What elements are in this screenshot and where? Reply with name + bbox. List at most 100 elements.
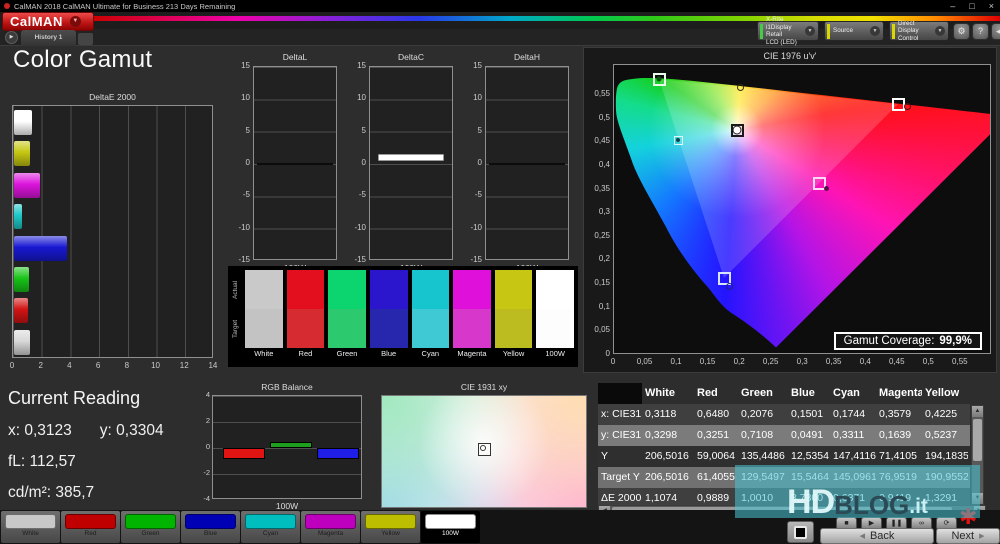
scroll-up-icon[interactable]: ▲ [972, 406, 983, 417]
help-button[interactable]: ? [972, 23, 989, 40]
deltal-chart: DeltaL 151050-5-10-15 100W [233, 52, 339, 276]
workflow-play-icon[interactable]: ▶ [5, 31, 18, 44]
swatch-actual [411, 270, 450, 309]
swatch-blue: Blue [369, 270, 408, 363]
ytick: -5 [242, 190, 250, 200]
pattern-tab-cyan[interactable]: Cyan [241, 511, 300, 543]
swatch-green: Green [328, 270, 366, 363]
ytick: -10 [354, 222, 366, 232]
tab-history-1[interactable]: History 1 [21, 30, 76, 46]
cie-xtick: 0,5 [922, 357, 934, 366]
display-control-dropdown[interactable]: Direct Display Control ▼ [889, 20, 949, 42]
swatch-label: White [254, 349, 274, 358]
swatch-yellow: Yellow [494, 270, 533, 363]
reading-fl: fL: 112,57 [8, 453, 76, 470]
swatch-label: Yellow [502, 349, 525, 358]
next-button[interactable]: Next ▶ [936, 528, 1000, 544]
pattern-tab-label: Yellow [381, 530, 400, 537]
pattern-tab-magenta[interactable]: Magenta [301, 511, 360, 543]
ytick: -5 [474, 190, 482, 200]
swatch-target [369, 309, 408, 348]
cell: 1,1074 [645, 492, 678, 504]
deltac-plot [369, 66, 453, 260]
pattern-tab-label: Blue [203, 530, 217, 537]
cell: 0,5237 [925, 429, 958, 441]
swatch-label: Green [336, 349, 358, 358]
swatch-white: White [245, 270, 283, 363]
display-control-status-bar [892, 23, 895, 39]
cie1976-title: CIE 1976 u'v' [763, 51, 817, 61]
cell: 0,9419 [879, 492, 912, 504]
deltah-chart: DeltaH 151050-5-10-15 100W [465, 52, 571, 276]
swatch-target [536, 309, 574, 348]
pattern-window-button[interactable] [787, 521, 814, 543]
maximize-button[interactable]: □ [969, 0, 974, 12]
rgb-bar-blue [317, 448, 359, 460]
rgb-ytick: -4 [203, 494, 210, 503]
deltae-plot [12, 105, 213, 358]
minimize-button[interactable]: – [950, 0, 955, 12]
page-title: Color Gamut [13, 46, 153, 73]
cie1931-white-point-marker [478, 443, 491, 456]
cell: 0,1501 [791, 408, 824, 420]
cie-xtick: 0,4 [859, 357, 871, 366]
cell: 0,6371 [833, 492, 866, 504]
deltae-xtick: 2 [38, 361, 43, 370]
cell: 12,5354 [791, 450, 829, 462]
row-label: x: CIE31 [601, 408, 642, 420]
pattern-tab-red[interactable]: Red [61, 511, 120, 543]
cie-xtick: 0,55 [952, 357, 968, 366]
ytick: -10 [470, 222, 482, 232]
ytick: -15 [238, 254, 250, 264]
pattern-tab-100w[interactable]: 100W [421, 511, 480, 543]
cell: 0,9889 [697, 492, 730, 504]
rgb-balance-yticks: 4 2 0 -2 -4 [198, 390, 210, 504]
pattern-tab-yellow[interactable]: Yellow [361, 511, 420, 543]
deltae-bar-100w [14, 329, 31, 355]
new-tab-button[interactable] [78, 33, 93, 45]
deltae-xtick: 10 [151, 361, 160, 370]
calman-menu-button[interactable]: CalMAN ▼ [2, 12, 94, 31]
cie-ytick: 0,05 [594, 325, 610, 335]
swatch-target [453, 309, 491, 348]
cie-xtick: 0,05 [636, 357, 653, 366]
cie1931-title: CIE 1931 xy [460, 382, 508, 392]
square-icon [794, 525, 807, 539]
yellow-measured [736, 83, 744, 91]
pattern-tab-white[interactable]: White [1, 511, 60, 543]
window-titlebar: CalMAN 2018 CalMAN Ultimate for Business… [0, 0, 1000, 12]
target-label: Target [232, 319, 239, 338]
cie-ytick: 0,2 [598, 254, 610, 264]
deltal-title: DeltaL [282, 52, 308, 62]
cell: 0,6480 [697, 408, 730, 420]
swatch-100w: 100W [536, 270, 574, 363]
close-button[interactable]: × [989, 0, 994, 12]
cell: 147,4116 [833, 450, 876, 462]
cell: 0,7108 [741, 429, 774, 441]
collapse-button[interactable]: ◀ [991, 23, 1000, 40]
pattern-tab-blue[interactable]: Blue [181, 511, 240, 543]
settings-button[interactable]: ⚙ [953, 23, 970, 40]
zero-line [489, 163, 565, 165]
marker-dot [676, 138, 680, 142]
scroll-down-icon[interactable]: ▼ [972, 493, 983, 504]
cie-ytick: 0,4 [598, 159, 610, 169]
back-button[interactable]: ◀ Back [820, 528, 934, 544]
cie-xtick: 0,2 [733, 357, 745, 366]
table-vertical-scrollbar[interactable]: ▲ ▼ [971, 405, 984, 505]
col-header-Magenta: Magenta [879, 387, 922, 399]
swatch-comparison: Actual Target White Red Green Blue Cyan Magen… [228, 266, 578, 367]
current-reading-title: Current Reading [8, 388, 141, 408]
cie-ytick: 0,5 [598, 112, 610, 122]
ytick: 10 [241, 93, 250, 103]
cie-ytick: 0,3 [598, 207, 610, 217]
vscroll-thumb[interactable] [973, 419, 982, 461]
meter-dropdown[interactable]: X-Rite i1Display Retail LCD (LED) ▼ [757, 16, 819, 46]
swatch-label: Magenta [457, 349, 487, 358]
source-dropdown[interactable]: Source ▼ [824, 21, 884, 41]
cell: 61,4055 [697, 471, 735, 483]
cie-xtick: 0 [610, 357, 616, 366]
swatch-items: White Red Green Blue Cyan Magenta Yellow 100W [245, 270, 574, 363]
color-patch [365, 514, 416, 529]
pattern-tab-green[interactable]: Green [121, 511, 180, 543]
